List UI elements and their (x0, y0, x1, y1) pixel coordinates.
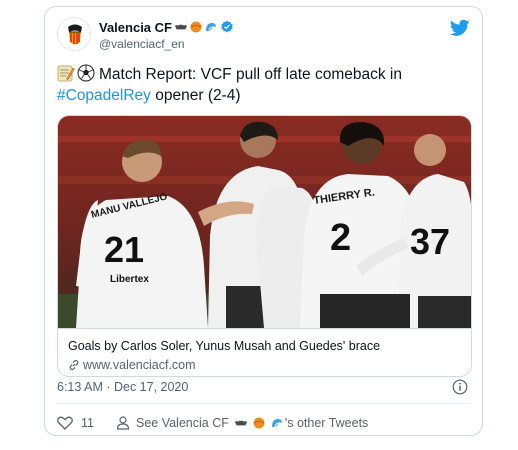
tweet-header: Valencia CF @valenciacf_en (57, 17, 470, 57)
tweet-footer: 11 See Valencia CF 's other Tweets (57, 413, 368, 433)
link-preview[interactable]: Goals by Carlos Soler, Yunus Musah and G… (58, 328, 471, 376)
link-title[interactable]: Goals by Carlos Soler, Yunus Musah and G… (68, 339, 380, 353)
match-photo[interactable]: MANU VALLEJO 21 Libertex THIERRY R. 2 37 (58, 116, 472, 328)
wave-emoji (205, 23, 216, 31)
like-button[interactable]: 11 (57, 416, 94, 430)
person-icon (116, 416, 130, 430)
handle[interactable]: @valenciacf_en (99, 37, 234, 51)
memo-emoji (57, 65, 75, 82)
hashtag-link[interactable]: #CopadelRey (57, 87, 151, 104)
link-url[interactable]: www.valenciacf.com (68, 358, 196, 372)
see-others-prefix: See Valencia CF (135, 416, 229, 430)
verified-badge-icon (221, 20, 233, 33)
link-card[interactable]: MANU VALLEJO 21 Libertex THIERRY R. 2 37 (57, 115, 472, 377)
heart-icon (57, 416, 73, 430)
link-icon (69, 359, 79, 371)
tweet-body: Match Report: VCF pull off late comeback… (99, 66, 402, 83)
see-other-tweets-link[interactable]: See Valencia CF 's other Tweets (116, 416, 368, 430)
ball-emoji (190, 21, 202, 33)
link-url-text: www.valenciacf.com (83, 358, 196, 372)
soccer-ball-emoji (77, 64, 95, 82)
sponsor-left: Libertex (110, 274, 149, 285)
jersey-number-middle: 2 (330, 217, 351, 259)
wave-emoji (271, 419, 282, 427)
like-count: 11 (81, 416, 94, 430)
jersey-number-left: 21 (104, 229, 144, 270)
info-icon[interactable] (452, 379, 468, 395)
timestamp[interactable]: 6:13 AM · Dec 17, 2020 (57, 380, 188, 394)
bat-emoji (234, 420, 247, 426)
tweet-card: Valencia CF @valenciacf_en Match Report:… (44, 6, 483, 436)
tweet-body-tail: opener (2-4) (150, 87, 241, 104)
jersey-number-right: 37 (410, 221, 450, 262)
bat-emoji (174, 24, 187, 30)
see-others-suffix: 's other Tweets (284, 416, 369, 430)
tweet-text: Match Report: VCF pull off late comeback… (57, 64, 457, 106)
divider (57, 403, 470, 404)
avatar[interactable] (57, 17, 91, 51)
ball-emoji (253, 417, 265, 429)
twitter-bird-icon[interactable] (450, 19, 470, 37)
valencia-crest-icon (59, 19, 90, 50)
display-name[interactable]: Valencia CF (99, 20, 172, 35)
